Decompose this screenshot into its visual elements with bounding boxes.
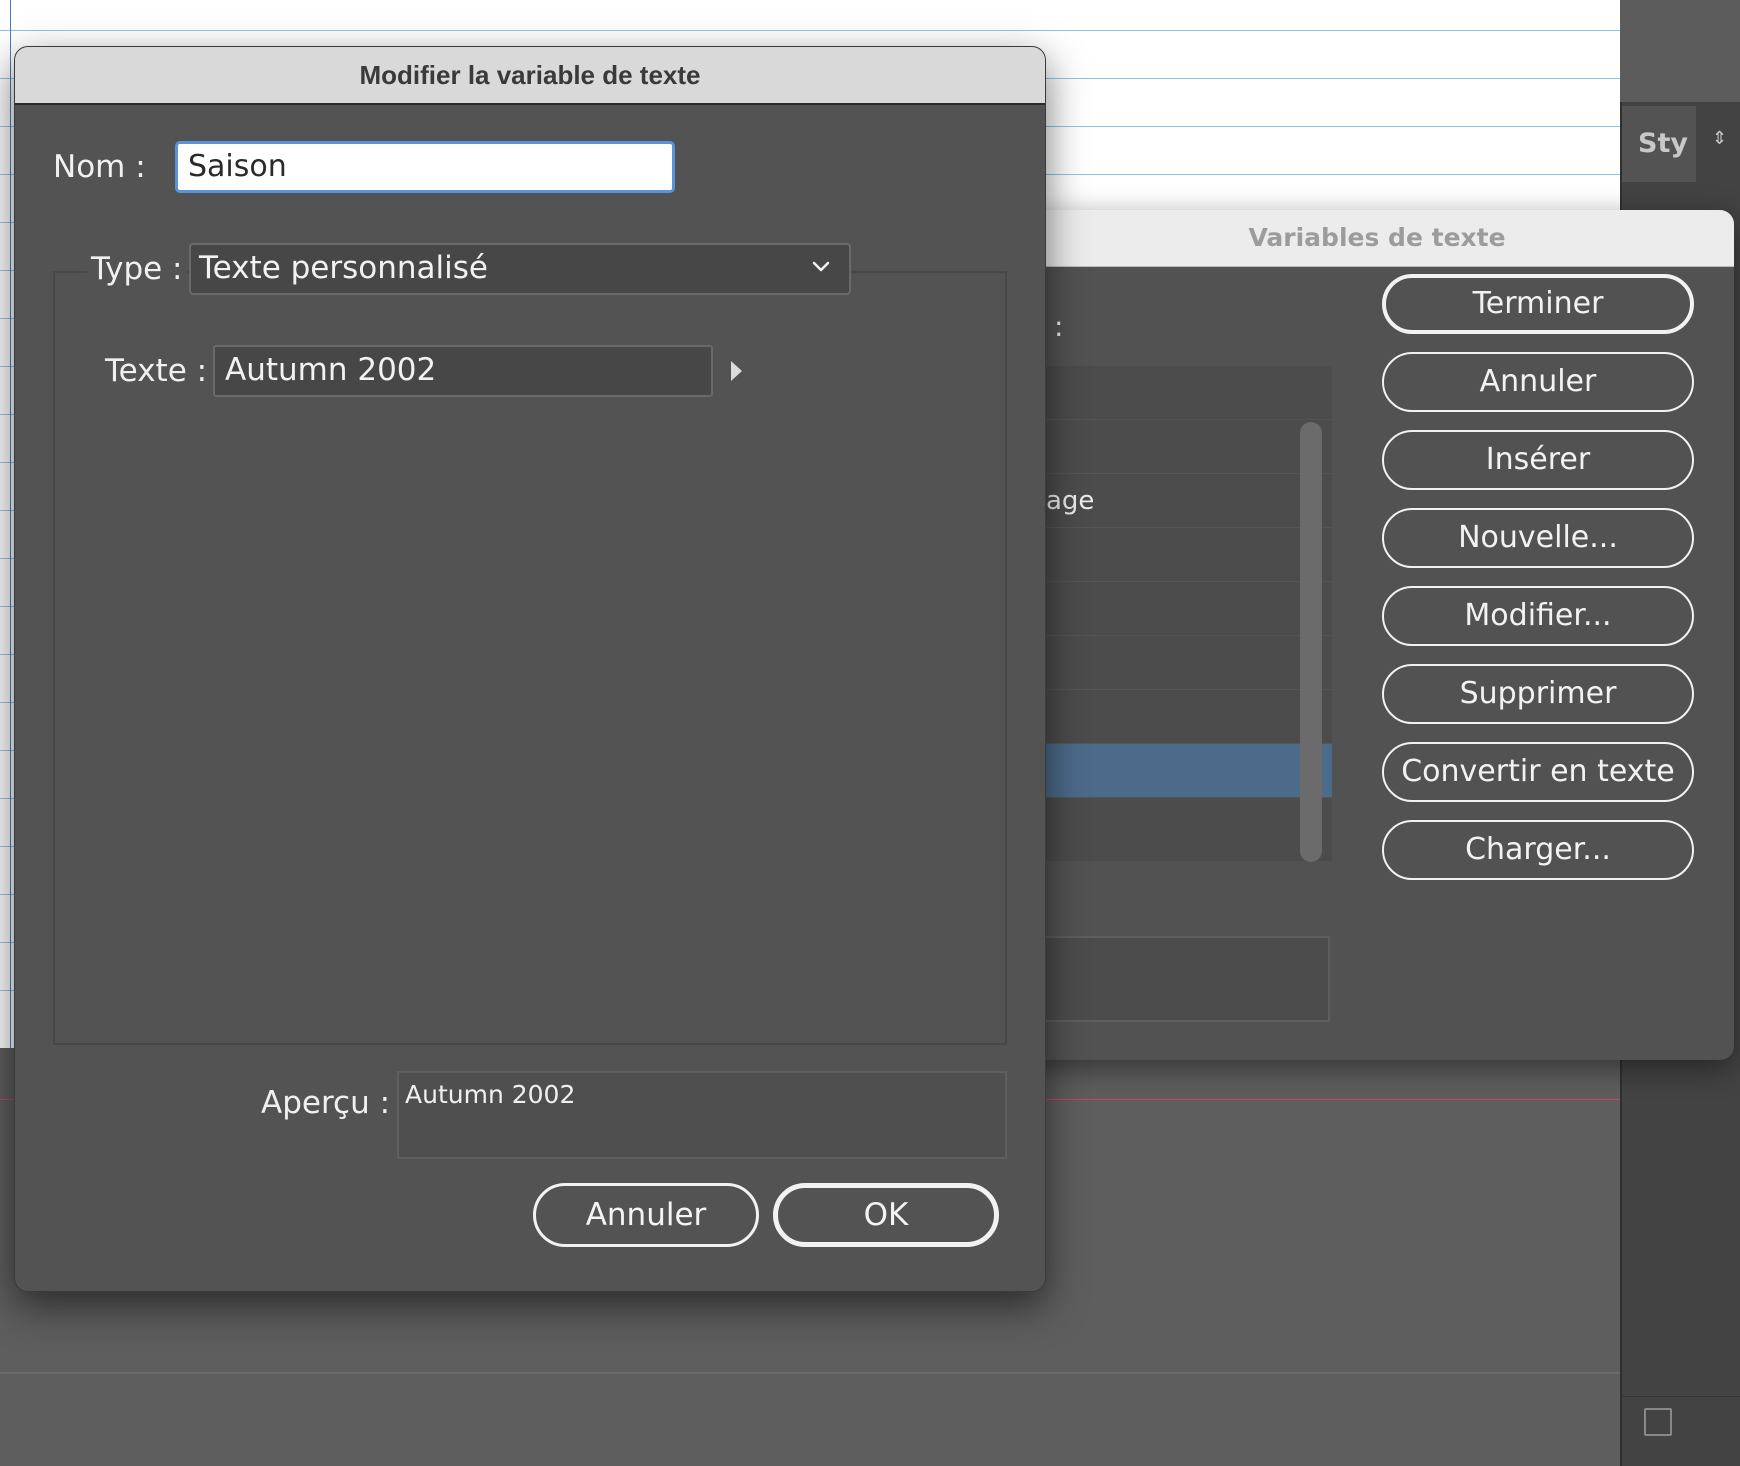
- preview-label: Aperçu :: [261, 1085, 391, 1121]
- variables-preview-box: [1020, 936, 1330, 1022]
- delete-variable-button[interactable]: Supprimer: [1382, 664, 1694, 724]
- column-guide: [10, 0, 11, 1048]
- dialog-title: Variables de texte: [1020, 210, 1734, 267]
- chevron-down-icon: [812, 261, 830, 272]
- list-item[interactable]: [1020, 690, 1332, 744]
- list-item[interactable]: [1020, 366, 1332, 420]
- pasteboard-edge: [0, 1372, 1620, 1374]
- ok-button[interactable]: OK: [773, 1183, 999, 1247]
- type-select[interactable]: Texte personnalisé: [189, 243, 851, 295]
- text-variables-dialog: Variables de texte : age Terminer Annule…: [1020, 210, 1734, 1060]
- panel-tab-styles[interactable]: Sty: [1622, 106, 1696, 182]
- insert-button[interactable]: Insérer: [1382, 430, 1694, 490]
- dialog-title: Modifier la variable de texte: [15, 47, 1045, 105]
- cancel-button[interactable]: Annuler: [1382, 352, 1694, 412]
- variables-list[interactable]: age: [1020, 366, 1332, 861]
- edit-text-variable-dialog: Modifier la variable de texte Nom : Sais…: [14, 46, 1046, 1292]
- text-label: Texte :: [105, 353, 208, 389]
- special-characters-menu-icon[interactable]: [731, 361, 742, 381]
- type-label: Type :: [87, 251, 187, 287]
- name-label: Nom :: [53, 149, 146, 185]
- text-input[interactable]: Autumn 2002: [213, 345, 713, 397]
- done-button[interactable]: Terminer: [1382, 274, 1694, 334]
- list-item[interactable]: [1020, 582, 1332, 636]
- list-item[interactable]: [1020, 636, 1332, 690]
- name-input[interactable]: Saison: [175, 141, 675, 193]
- panel-divider: [1622, 1396, 1740, 1397]
- convert-to-text-button[interactable]: Convertir en texte: [1382, 742, 1694, 802]
- new-variable-button[interactable]: Nouvelle...: [1382, 508, 1694, 568]
- list-item[interactable]: [1020, 420, 1332, 474]
- load-variables-button[interactable]: Charger...: [1382, 820, 1694, 880]
- cancel-button[interactable]: Annuler: [533, 1183, 759, 1247]
- new-style-icon[interactable]: [1644, 1408, 1672, 1436]
- list-item[interactable]: [1020, 528, 1332, 582]
- list-item-selected[interactable]: [1020, 744, 1332, 798]
- preview-box: Autumn 2002: [397, 1071, 1007, 1159]
- list-scrollbar[interactable]: [1300, 422, 1322, 862]
- margin-guide: [0, 30, 1620, 31]
- list-item[interactable]: age: [1020, 474, 1332, 528]
- edit-variable-button[interactable]: Modifier...: [1382, 586, 1694, 646]
- type-select-value: Texte personnalisé: [199, 250, 488, 286]
- sort-arrows-icon[interactable]: ⇕: [1712, 128, 1727, 149]
- variables-list-label: :: [1054, 310, 1064, 343]
